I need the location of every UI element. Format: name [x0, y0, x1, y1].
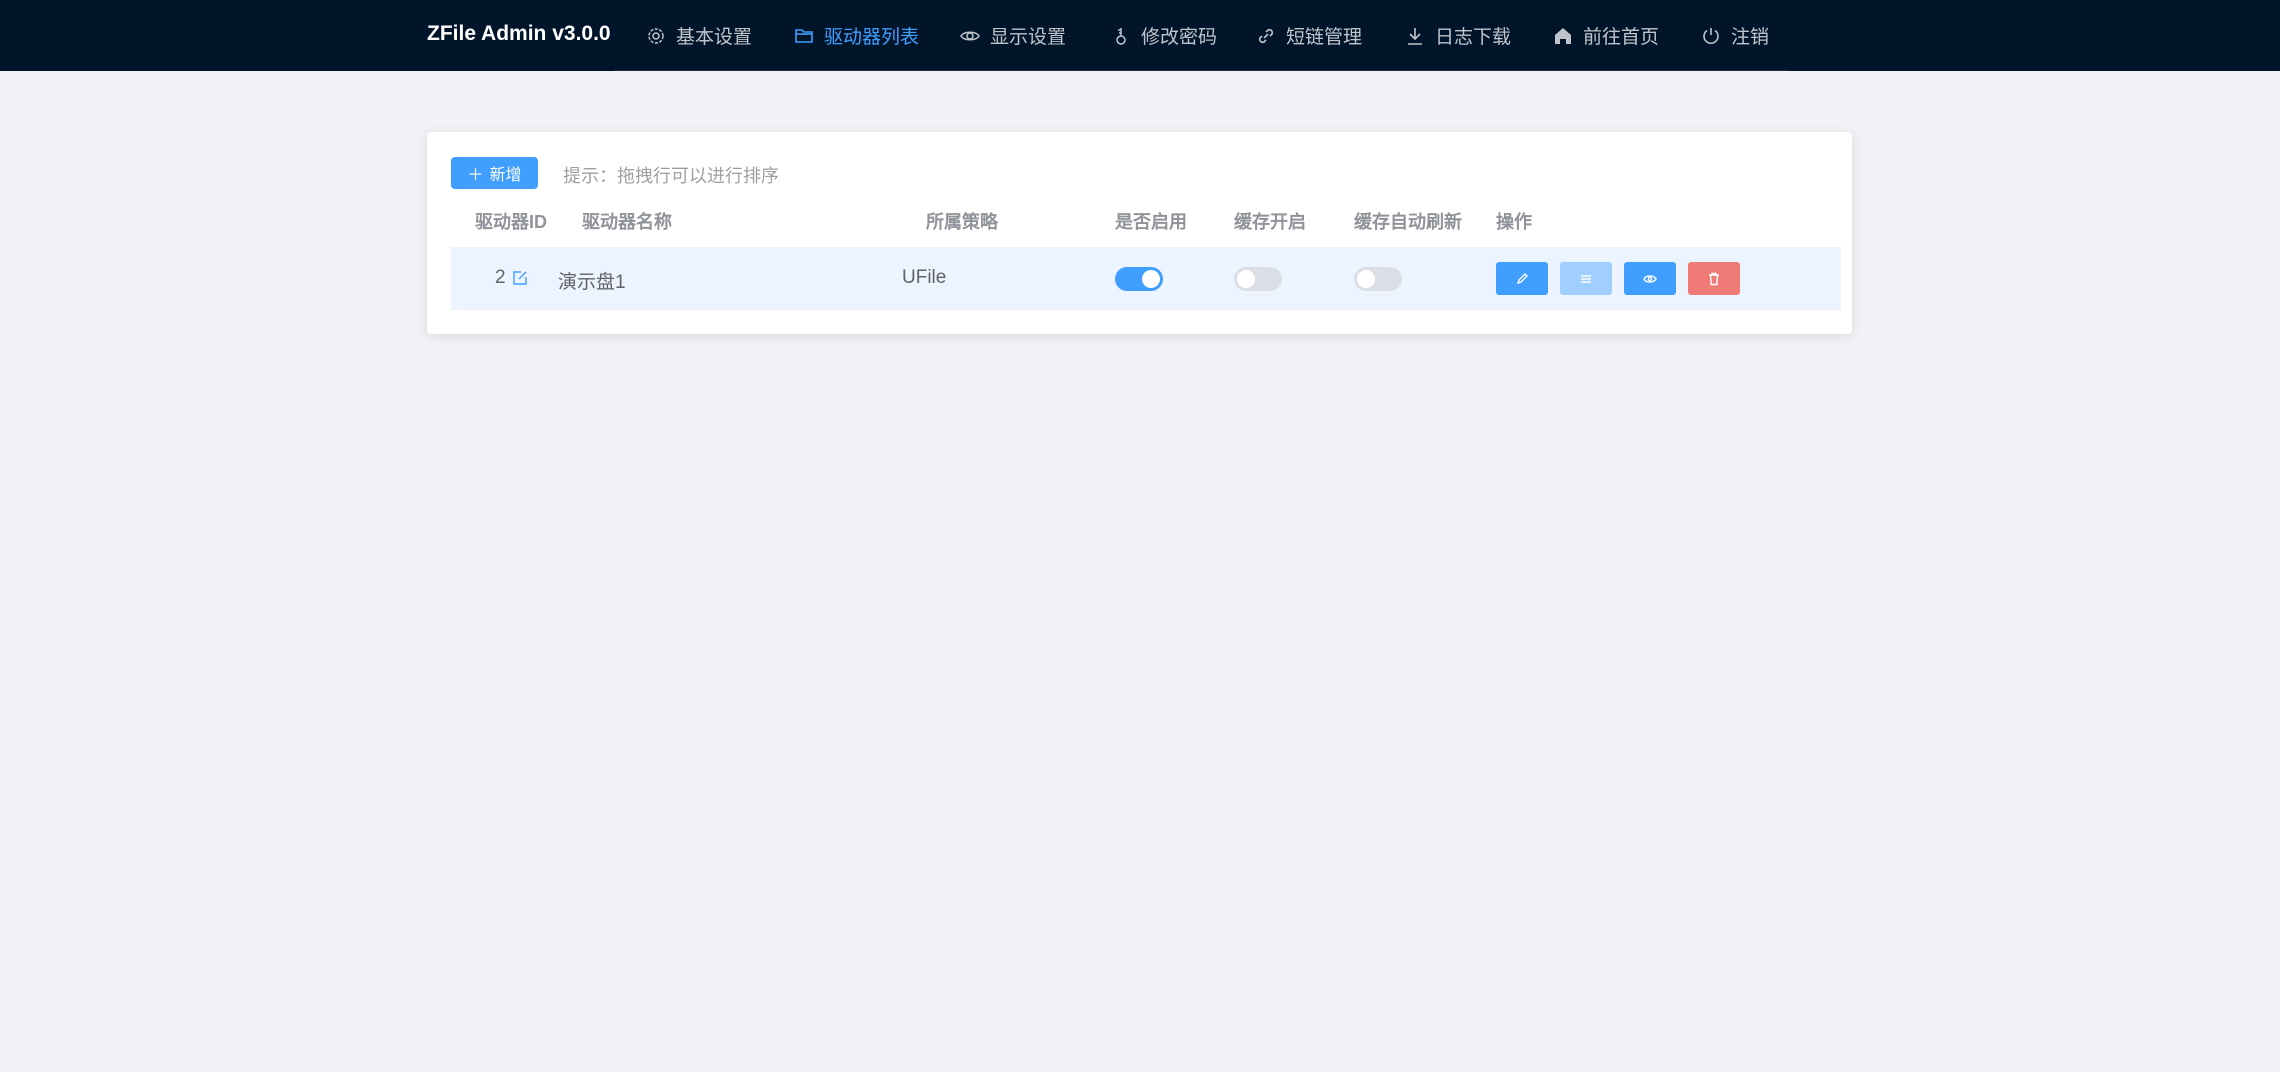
- plus-icon: ＋: [467, 167, 484, 184]
- nav-log-download[interactable]: 日志下载: [1405, 0, 1511, 71]
- drive-strategy: UFile: [902, 267, 947, 288]
- eye-icon: [960, 31, 980, 40]
- gear-icon: [648, 27, 664, 44]
- home-icon: [1555, 27, 1571, 44]
- column-header-enabled: 是否启用: [1115, 212, 1187, 232]
- column-header-name: 驱动器名称: [582, 212, 672, 232]
- link-icon: [1258, 28, 1274, 43]
- trash-icon: [1709, 272, 1719, 285]
- settings-button[interactable]: [1560, 262, 1612, 295]
- nav-label: 前往首页: [1583, 27, 1660, 48]
- nav-change-password[interactable]: 修改密码: [1111, 0, 1217, 71]
- cache-toggle[interactable]: [1234, 267, 1282, 291]
- nav-label: 驱动器列表: [824, 27, 920, 48]
- eye-icon: [1643, 274, 1657, 283]
- sort-hint: 提示：拖拽行可以进行排序: [563, 166, 779, 186]
- pencil-icon: [1516, 272, 1528, 284]
- folder-icon: [795, 28, 813, 43]
- nav-label: 基本设置: [676, 27, 753, 48]
- nav-basic-settings[interactable]: 基本设置: [646, 0, 752, 71]
- nav-short-links[interactable]: 短链管理: [1256, 0, 1362, 71]
- app-title: ZFile Admin v3.0.0: [427, 22, 611, 45]
- header-divider: [614, 70, 1788, 71]
- column-header-actions: 操作: [1496, 212, 1532, 232]
- column-header-auto-refresh: 缓存自动刷新: [1354, 212, 1462, 232]
- edit-button[interactable]: [1496, 262, 1548, 295]
- nav-home[interactable]: 前往首页: [1553, 0, 1659, 71]
- key-icon: [1116, 27, 1126, 45]
- column-header-cache: 缓存开启: [1234, 212, 1306, 232]
- add-label: 新增: [489, 167, 522, 184]
- drive-name: 演示盘1: [558, 272, 626, 293]
- drive-list-card: ＋ 新增 提示：拖拽行可以进行排序 驱动器ID 驱动器名称 所属策略 是否启用 …: [427, 132, 1852, 334]
- nav-drive-list[interactable]: 驱动器列表: [794, 0, 919, 71]
- nav-label: 日志下载: [1435, 27, 1512, 48]
- sliders-icon: [1581, 274, 1591, 283]
- nav-display-settings[interactable]: 显示设置: [960, 0, 1066, 71]
- download-icon: [1408, 27, 1422, 45]
- drive-id: 2: [495, 267, 506, 288]
- add-drive-button[interactable]: ＋ 新增: [451, 157, 538, 189]
- power-icon: [1703, 27, 1719, 44]
- auto-refresh-toggle[interactable]: [1354, 267, 1402, 291]
- nav-logout[interactable]: 注销: [1701, 0, 1769, 71]
- edit-id-icon[interactable]: [512, 270, 528, 286]
- nav-label: 注销: [1731, 27, 1770, 48]
- nav-label: 修改密码: [1141, 27, 1218, 48]
- column-header-strategy: 所属策略: [926, 212, 998, 232]
- delete-button[interactable]: [1688, 262, 1740, 295]
- nav-label: 显示设置: [990, 27, 1067, 48]
- nav-label: 短链管理: [1286, 27, 1363, 48]
- column-header-id: 驱动器ID: [475, 212, 547, 232]
- table-row[interactable]: 2 演示盘1 UFile: [451, 247, 1841, 310]
- enabled-toggle[interactable]: [1115, 267, 1163, 291]
- view-button[interactable]: [1624, 262, 1676, 295]
- top-nav-bar: ZFile Admin v3.0.0 基本设置 驱动器列表 显示设置 修改密码 …: [0, 0, 2280, 71]
